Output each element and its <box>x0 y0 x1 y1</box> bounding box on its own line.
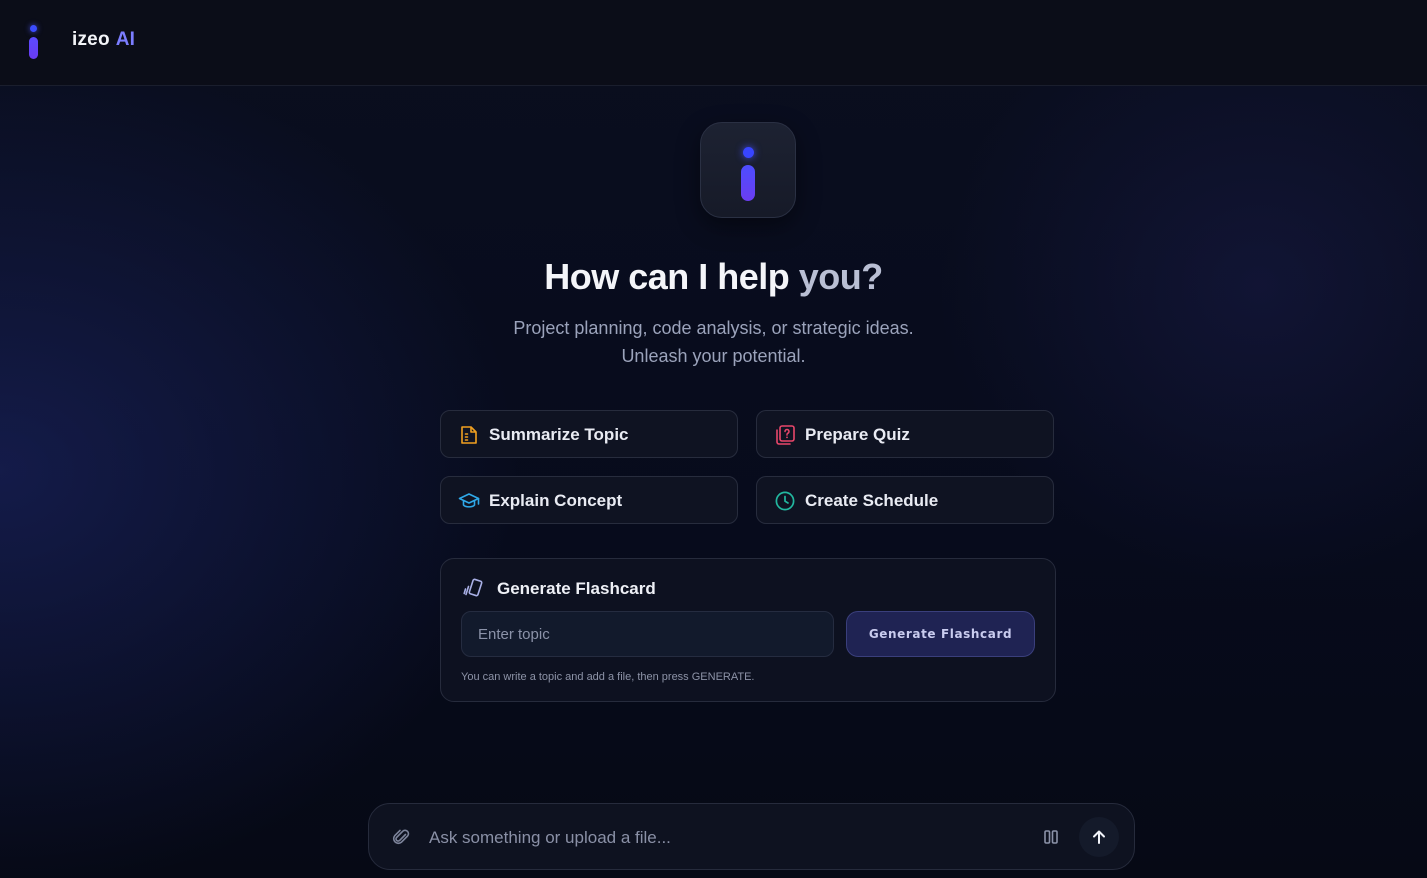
assistant-logo-icon <box>700 122 796 218</box>
graduation-cap-icon <box>458 493 480 508</box>
prepare-quiz-button[interactable]: Prepare Quiz <box>756 410 1054 458</box>
chat-composer <box>368 803 1135 870</box>
document-icon <box>461 426 477 444</box>
clock-icon <box>775 491 795 511</box>
brand-name: izeo <box>72 29 110 50</box>
arrow-up-icon <box>1093 830 1105 844</box>
assistant-logo-dot <box>743 147 754 158</box>
topic-input[interactable] <box>461 611 834 657</box>
logo-dot <box>30 25 37 32</box>
flashcard-hint: You can write a topic and add a file, th… <box>461 671 755 683</box>
brand-suffix: AI <box>115 29 136 50</box>
logo-icon <box>27 25 39 61</box>
prepare-quiz-label: Prepare Quiz <box>805 425 910 444</box>
paperclip-icon[interactable] <box>391 827 411 847</box>
flashcard-title: Generate Flashcard <box>497 579 656 598</box>
page: izeo AI How can I help you? Project plann… <box>0 0 1427 878</box>
voice-icon[interactable] <box>1042 828 1060 846</box>
message-input[interactable] <box>427 818 1011 858</box>
page-title: How can I help you? <box>0 256 1427 298</box>
title-main: How can I help <box>544 256 790 297</box>
explain-concept-label: Explain Concept <box>489 491 623 510</box>
flashcard-icon <box>463 578 483 597</box>
summarize-topic-button[interactable]: Summarize Topic <box>440 410 738 458</box>
quiz-icon <box>776 425 795 445</box>
summarize-topic-label: Summarize Topic <box>489 425 629 444</box>
brand-title: izeo AI <box>72 29 135 51</box>
flashcard-panel: Generate Flashcard Generate Flashcard Yo… <box>440 558 1056 702</box>
logo-stem <box>29 37 38 59</box>
explain-concept-button[interactable]: Explain Concept <box>440 476 738 524</box>
send-button[interactable] <box>1079 817 1119 857</box>
create-schedule-button[interactable]: Create Schedule <box>756 476 1054 524</box>
generate-flashcard-button[interactable]: Generate Flashcard <box>846 611 1035 657</box>
page-subtitle: Project planning, code analysis, or stra… <box>0 314 1427 370</box>
create-schedule-label: Create Schedule <box>805 491 939 510</box>
subtitle-line-2: Unleash your potential. <box>621 346 806 366</box>
top-bar: izeo AI <box>0 0 1427 86</box>
title-tail: you? <box>798 256 884 297</box>
assistant-logo-stem <box>741 165 755 201</box>
subtitle-line-1: Project planning, code analysis, or stra… <box>513 318 914 338</box>
